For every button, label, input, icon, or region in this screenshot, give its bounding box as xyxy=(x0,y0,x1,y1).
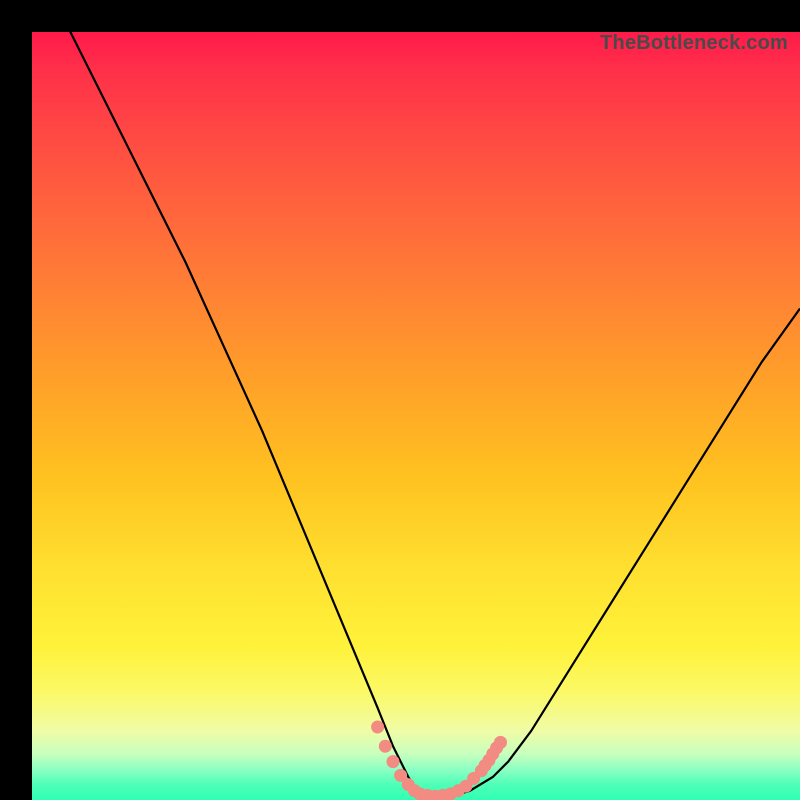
bottleneck-curve-path xyxy=(32,32,800,796)
plot-area: TheBottleneck.com xyxy=(32,32,800,800)
highlight-dot xyxy=(494,736,507,749)
highlight-dot xyxy=(379,740,392,753)
highlight-dot xyxy=(387,755,400,768)
highlight-dot xyxy=(371,721,384,734)
bottleneck-curve-svg xyxy=(32,32,800,800)
attribution-watermark: TheBottleneck.com xyxy=(600,32,788,54)
chart-frame: TheBottleneck.com xyxy=(0,0,800,800)
highlight-dots-group xyxy=(371,721,507,800)
